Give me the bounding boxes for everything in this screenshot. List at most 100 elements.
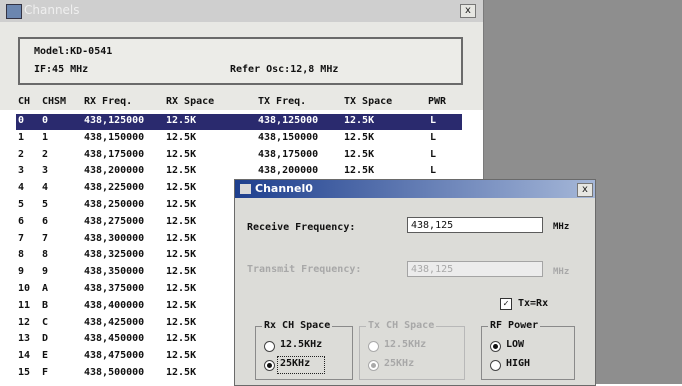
rf-low-label: LOW — [506, 339, 525, 350]
cell-chsm: 6 — [42, 215, 49, 227]
cell-ch: 14 — [18, 350, 31, 362]
cell-rx-freq: 438,150000 — [84, 131, 145, 143]
table-row[interactable]: 2 2 438,175000 12.5K 438,175000 12.5K L — [16, 148, 462, 164]
cell-chsm: 9 — [42, 266, 49, 278]
cell-tx-freq: 438,175000 — [258, 148, 319, 160]
cell-rx-space: 12.5K — [166, 148, 197, 160]
cell-rx-freq: 438,125000 — [84, 115, 145, 126]
cell-rx-freq: 438,275000 — [84, 215, 145, 227]
tx-ch-space-group: Tx CH Space 12.5KHz 25KHz — [359, 320, 465, 380]
app-icon — [6, 4, 22, 19]
cell-rx-space: 12.5K — [166, 115, 197, 126]
close-button[interactable]: x — [460, 4, 476, 18]
cell-ch: 10 — [18, 283, 31, 294]
cell-ch: 3 — [18, 165, 25, 177]
cell-chsm: 1 — [42, 131, 49, 143]
cell-chsm: 7 — [42, 232, 49, 244]
cell-rx-freq: 438,175000 — [84, 148, 145, 160]
cell-rx-space: 12.5K — [166, 165, 197, 177]
cell-rx-freq: 438,475000 — [84, 350, 145, 362]
table-row[interactable]: 0 0 438,125000 12.5K 438,125000 12.5K L — [16, 114, 462, 130]
device-info-panel: Model:KD-0541 IF:45 MHz Refer Osc:12,8 M… — [18, 37, 463, 85]
cell-tx-freq: 438,150000 — [258, 131, 319, 143]
col-header-ch[interactable]: CH — [18, 96, 30, 107]
cell-chsm: D — [42, 333, 49, 345]
cell-rx-space: 12.5K — [166, 232, 197, 244]
cell-rx-space: 12.5K — [166, 333, 197, 345]
cell-tx-freq: 438,200000 — [258, 165, 319, 177]
cell-rx-freq: 438,425000 — [84, 316, 145, 328]
cell-rx-freq: 438,350000 — [84, 266, 145, 278]
tx-space-12-5-radio[interactable] — [368, 341, 379, 352]
cell-rx-freq: 438,325000 — [84, 249, 145, 261]
cell-ch: 0 — [18, 115, 25, 126]
rf-power-title: RF Power — [488, 320, 541, 331]
col-header-rx-freq[interactable]: RX Freq. — [84, 96, 132, 107]
col-header-pwr[interactable]: PWR — [428, 96, 446, 107]
cell-rx-space: 12.5K — [166, 182, 197, 194]
tx-ch-space-title: Tx CH Space — [366, 320, 437, 331]
cell-rx-freq: 438,500000 — [84, 367, 145, 378]
tx-eq-rx-label: Tx=Rx — [518, 298, 549, 309]
cell-tx-space: 12.5K — [344, 148, 375, 160]
window-titlebar[interactable]: Channels x — [0, 0, 483, 22]
cell-ch: 2 — [18, 148, 25, 160]
col-header-chsm[interactable]: CHSM — [42, 96, 66, 107]
tx-frequency-input[interactable]: 438,125 — [407, 261, 543, 277]
cell-rx-freq: 438,450000 — [84, 333, 145, 345]
cell-chsm: 2 — [42, 148, 49, 160]
cell-rx-space: 12.5K — [166, 283, 197, 294]
model-label: Model:KD-0541 — [34, 46, 113, 57]
rx-space-25-radio[interactable] — [264, 360, 275, 371]
cell-ch: 5 — [18, 199, 25, 210]
cell-rx-space: 12.5K — [166, 131, 197, 143]
cell-pwr: L — [430, 165, 437, 177]
cell-rx-space: 12.5K — [166, 199, 197, 210]
table-row[interactable]: 3 3 438,200000 12.5K 438,200000 12.5K L — [16, 164, 462, 180]
col-header-rx-space[interactable]: RX Space — [166, 96, 214, 107]
cell-chsm: 5 — [42, 199, 49, 210]
table-header: CH CHSM RX Freq. RX Space TX Freq. TX Sp… — [0, 96, 483, 110]
cell-chsm: E — [42, 350, 49, 362]
dialog-close-button[interactable]: x — [577, 183, 593, 197]
rx-space-12-5-radio[interactable] — [264, 341, 275, 352]
if-label: IF:45 MHz — [34, 64, 89, 75]
rf-power-group: RF Power LOW HIGH — [481, 320, 575, 380]
cell-ch: 12 — [18, 316, 31, 328]
rx-space-12-5-label: 12.5KHz — [280, 339, 323, 350]
cell-pwr: L — [430, 131, 437, 143]
cell-tx-freq: 438,125000 — [258, 115, 319, 126]
rx-frequency-label: Receive Frequency: — [247, 222, 356, 233]
rx-frequency-input[interactable]: 438,125 — [407, 217, 543, 233]
cell-chsm: 3 — [42, 165, 49, 177]
rf-high-radio[interactable] — [490, 360, 501, 371]
cell-ch: 4 — [18, 182, 25, 194]
cell-rx-freq: 438,300000 — [84, 232, 145, 244]
cell-chsm: A — [42, 283, 49, 294]
cell-rx-freq: 438,250000 — [84, 199, 145, 210]
rx-ch-space-title: Rx CH Space — [262, 320, 333, 331]
cell-pwr: L — [430, 148, 437, 160]
cell-ch: 7 — [18, 232, 25, 244]
tx-space-25-label: 25KHz — [384, 358, 415, 369]
cell-chsm: 0 — [42, 115, 49, 126]
cell-rx-space: 12.5K — [166, 367, 197, 378]
cell-chsm: 8 — [42, 249, 49, 261]
tx-space-25-radio[interactable] — [368, 360, 379, 371]
dialog-titlebar[interactable]: Channel0 x — [235, 180, 595, 198]
tx-frequency-label: Transmit Frequency: — [247, 264, 362, 275]
tx-unit-label: MHz — [553, 267, 570, 277]
dialog-icon — [240, 184, 251, 194]
cell-ch: 11 — [18, 299, 31, 311]
refer-osc-label: Refer Osc:12,8 MHz — [230, 64, 339, 75]
cell-rx-freq: 438,225000 — [84, 182, 145, 194]
cell-ch: 1 — [18, 131, 25, 143]
col-header-tx-space[interactable]: TX Space — [344, 96, 392, 107]
cell-ch: 8 — [18, 249, 25, 261]
table-row[interactable]: 1 1 438,150000 12.5K 438,150000 12.5K L — [16, 131, 462, 147]
rf-low-radio[interactable] — [490, 341, 501, 352]
col-header-tx-freq[interactable]: TX Freq. — [258, 96, 306, 107]
tx-eq-rx-checkbox[interactable]: ✓ — [500, 298, 512, 310]
cell-chsm: 4 — [42, 182, 49, 194]
cell-ch: 15 — [18, 367, 31, 378]
